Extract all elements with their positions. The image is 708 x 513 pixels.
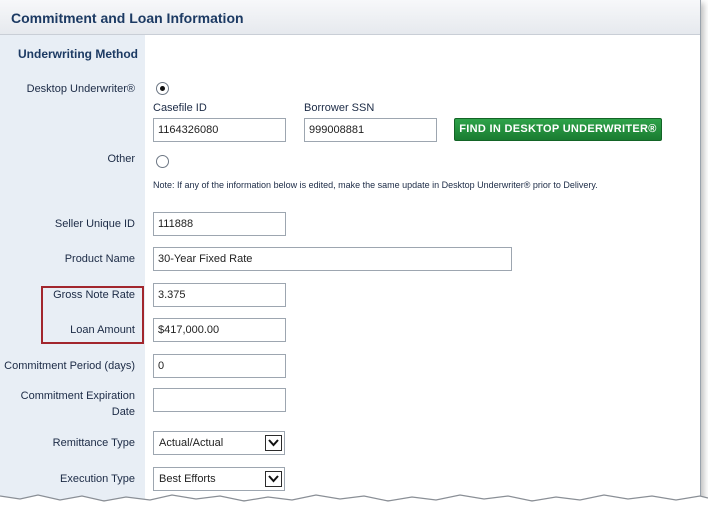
chevron-down-icon[interactable] [265,471,282,487]
commitment-expiration-input[interactable] [153,388,286,412]
label-column [0,35,145,500]
radio-selected-dot [160,86,165,91]
casefile-id-label: Casefile ID [153,102,207,114]
execution-type-value: Best Efforts [159,473,216,485]
commitment-expiration-label-line1: Commitment Expiration [20,390,135,402]
torn-edge-decoration [0,494,708,513]
commitment-loan-panel: Commitment and Loan Information Underwri… [0,0,701,500]
other-label: Other [107,153,135,165]
product-name-label: Product Name [64,253,135,265]
loan-amount-input[interactable]: $417,000.00 [153,318,286,342]
seller-unique-id-input[interactable]: 111888 [153,212,286,236]
casefile-id-input[interactable]: 1164326080 [153,118,286,142]
borrower-ssn-input[interactable]: 999008881 [304,118,437,142]
remittance-type-select[interactable]: Actual/Actual [153,431,285,455]
remittance-type-value: Actual/Actual [159,437,224,449]
execution-type-label: Execution Type [59,473,135,485]
chevron-down-icon[interactable] [265,435,282,451]
gross-note-rate-input[interactable]: 3.375 [153,283,286,307]
commitment-expiration-label-line2: Date [111,406,135,418]
product-name-input[interactable]: 30-Year Fixed Rate [153,247,512,271]
find-in-desktop-underwriter-button[interactable]: FIND IN DESKTOP UNDERWRITER® [454,118,662,141]
section-title: Underwriting Method [18,47,138,61]
remittance-type-label: Remittance Type [52,437,135,449]
edit-note: Note: If any of the information below is… [153,180,598,190]
other-radio[interactable] [156,155,169,168]
seller-unique-id-label: Seller Unique ID [54,218,135,230]
highlight-box [41,286,144,344]
desktop-underwriter-radio[interactable] [156,82,169,95]
commitment-period-label: Commitment Period (days) [4,360,135,372]
panel-header: Commitment and Loan Information [0,0,700,35]
execution-type-select[interactable]: Best Efforts [153,467,285,491]
commitment-period-input[interactable]: 0 [153,354,286,378]
panel-title: Commitment and Loan Information [11,10,244,26]
borrower-ssn-label: Borrower SSN [304,102,375,114]
desktop-underwriter-label: Desktop Underwriter® [26,83,135,95]
